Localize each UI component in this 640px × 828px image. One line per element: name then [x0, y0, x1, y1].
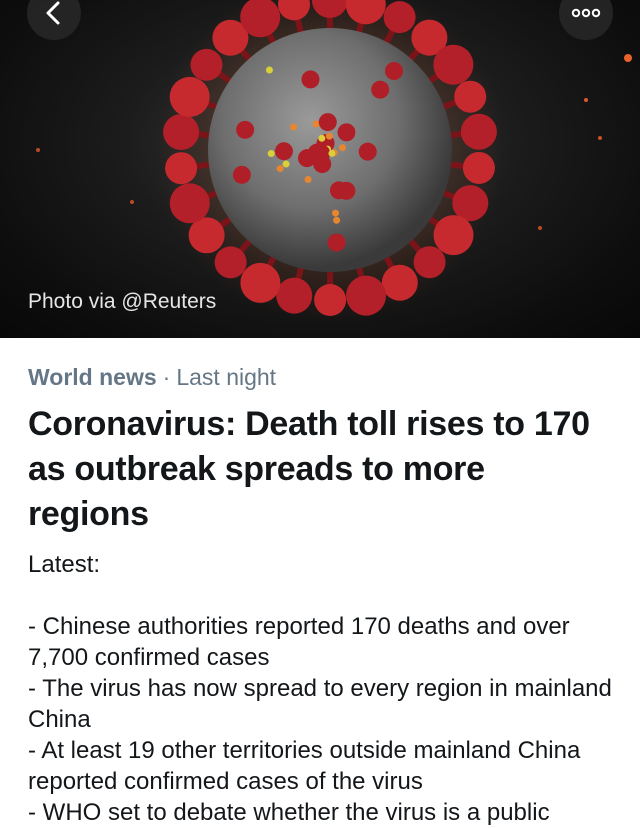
body-bullet: - Chinese authorities reported 170 death… — [28, 611, 612, 673]
photo-credit-caption: Photo via @Reuters — [28, 290, 216, 314]
body-bullet: - WHO set to debate whether the virus is… — [28, 797, 612, 828]
coronavirus-illustration — [0, 0, 640, 338]
article-body: Latest: - Chinese authorities reported 1… — [28, 549, 612, 828]
article-hero-image[interactable]: Photo via @Reuters — [0, 0, 640, 338]
more-horizontal-icon — [571, 8, 601, 18]
chevron-left-icon — [43, 0, 65, 26]
article-meta: World news·Last night — [28, 362, 640, 392]
timestamp: Last night — [176, 364, 276, 390]
paragraph-spacer — [28, 580, 612, 611]
category-label[interactable]: World news — [28, 364, 157, 390]
meta-separator: · — [163, 364, 171, 390]
article-headline: Coronavirus: Death toll rises to 170 as … — [28, 402, 612, 537]
body-intro: Latest: — [28, 549, 612, 580]
article-content: World news·Last night Coronavirus: Death… — [0, 338, 640, 828]
body-bullet: - At least 19 other territories outside … — [28, 735, 612, 797]
body-bullet: - The virus has now spread to every regi… — [28, 673, 612, 735]
